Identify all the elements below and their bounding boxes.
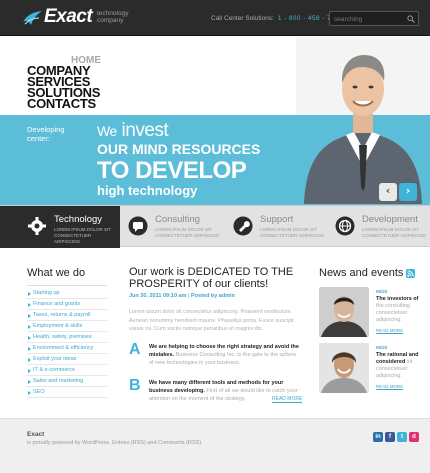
feature-b-letter: B [129, 376, 141, 394]
read-more-link[interactable]: READ MORE [272, 396, 303, 403]
chevron-right-icon: › [405, 184, 411, 197]
news-bold: The investors of [376, 296, 419, 302]
service-desc: LOREM IPSUM DOLOR SIT CONSECTETUER ADIPI… [54, 227, 111, 244]
list-item[interactable]: Taxes, returns & payroll [27, 310, 107, 321]
list-item[interactable]: Employment & skills [27, 321, 107, 332]
what-we-do-list: Starting up Finance and grants Taxes, re… [27, 288, 107, 398]
slider-line4: high technology [97, 183, 198, 198]
page: Exact technology company Call Center Sol… [0, 0, 430, 473]
slider-invest: invest [121, 120, 169, 141]
news-read-more[interactable]: READ MORE [376, 328, 404, 334]
service-consulting[interactable]: Consulting LOREM IPSUM DOLOR SIT CONSECT… [128, 206, 232, 248]
what-we-do-title: What we do [27, 267, 86, 279]
logo-tagline: technology company [97, 10, 129, 24]
list-item[interactable]: SEO [27, 387, 107, 398]
news-events: News and events 06/20 The investors of t… [319, 267, 419, 393]
footer: Exact is proudly powered by WordPress. E… [0, 418, 430, 473]
list-item[interactable]: Starting up [27, 288, 107, 299]
service-desc: LOREM IPSUM DOLOR SIT CONSECTETUER ADIPI… [260, 227, 325, 238]
news-thumbnail[interactable] [319, 343, 369, 393]
slider-prev-button[interactable]: ‹ [379, 183, 397, 201]
service-title: Development [362, 214, 418, 225]
list-item[interactable]: Exploit your ideas [27, 354, 107, 365]
list-item[interactable]: IT & e-commerce [27, 365, 107, 376]
services-bar: Technology LOREM IPSUM DOLOR SIT CONSECT… [0, 205, 430, 248]
news-item: 06/20 The rational and considered sit co… [319, 343, 419, 395]
news-desc: the consulting consectetuer adipiscing. [376, 303, 410, 323]
feature-a-letter: A [129, 340, 141, 358]
slider-we: We [97, 123, 117, 139]
news-read-more[interactable]: READ MORE [376, 384, 404, 390]
search-box [329, 11, 419, 26]
news-text: The rational and considered sit consecte… [376, 352, 421, 380]
footer-name: Exact [27, 431, 45, 438]
twitter-icon[interactable]: t [397, 432, 407, 442]
feature-a-text: We are helping to choose the right strat… [149, 343, 299, 367]
slider-next-button[interactable]: › [399, 183, 417, 201]
service-desc: LOREM IPSUM DOLOR SIT CONSECTETUER ADIPI… [362, 227, 427, 238]
service-technology[interactable]: Technology LOREM IPSUM DOLOR SIT CONSECT… [0, 206, 120, 248]
globe-icon [335, 216, 355, 236]
service-title: Technology [54, 214, 103, 225]
main-article: Our work is DEDICATED TO THE PROSPERITY … [129, 266, 301, 406]
news-title: News and events [319, 267, 404, 279]
hero: HOME COMPANY SERVICES SOLUTIONS CONTACTS… [0, 37, 430, 207]
service-desc: LOREM IPSUM DOLOR SIT CONSECTETUER ADIPI… [155, 227, 220, 238]
article-title[interactable]: Our work is DEDICATED TO THE PROSPERITY … [129, 266, 301, 290]
article-meta: Jun 30, 2011 09:10 am | Posted by admin [129, 293, 235, 299]
linkedin-icon[interactable]: in [373, 432, 383, 442]
what-we-do: What we do Starting up Finance and grant… [27, 267, 107, 398]
news-text: The investors of the consulting consecte… [376, 296, 421, 324]
news-thumbnail[interactable] [319, 287, 369, 337]
footer-powered: is proudly powered by WordPress. Entries… [27, 440, 202, 446]
service-development[interactable]: Development LOREM IPSUM DOLOR SIT CONSEC… [335, 206, 430, 248]
news-date: 06/20 [376, 345, 388, 350]
article-date: Jun 30, 2011 09:10 am [129, 293, 187, 299]
businessman-photo [296, 37, 430, 204]
search-input[interactable] [334, 13, 404, 25]
slider-line3: TO DEVELOP [97, 157, 247, 184]
nav-contacts[interactable]: CONTACTS [27, 97, 96, 110]
news-date: 06/20 [376, 289, 388, 294]
logo-swoosh-icon [23, 11, 42, 25]
slider-developing: Developing center: [27, 125, 65, 143]
news-item: 06/20 The investors of the consulting co… [319, 287, 419, 339]
slider-line2: OUR MIND RESOURCES [97, 141, 261, 157]
list-item[interactable]: Environment & efficiency [27, 343, 107, 354]
wrench-icon [233, 216, 253, 236]
rss-icon[interactable] [406, 269, 415, 278]
article-body: Lorem ipsum dolor sit consectetur adipis… [129, 309, 294, 332]
call-center: Call Center Solutions: 1 - 800 - 458 - 79… [211, 15, 343, 22]
header: Exact technology company Call Center Sol… [0, 0, 430, 36]
delicious-icon[interactable]: d [409, 432, 419, 442]
slider-headline: We invest [97, 120, 169, 142]
service-title: Support [260, 214, 294, 225]
list-item[interactable]: Health, safety, premises [27, 332, 107, 343]
list-item[interactable]: Sales and marketing [27, 376, 107, 387]
logo-text[interactable]: Exact [44, 6, 93, 28]
service-support[interactable]: Support LOREM IPSUM DOLOR SIT CONSECTETU… [233, 206, 337, 248]
chevron-left-icon: ‹ [385, 184, 391, 197]
feature-a: A We are helping to choose the right str… [129, 341, 301, 370]
service-title: Consulting [155, 214, 200, 225]
gear-icon [28, 217, 46, 235]
facebook-icon[interactable]: f [385, 432, 395, 442]
list-item[interactable]: Finance and grants [27, 299, 107, 310]
divider [27, 285, 107, 286]
chat-icon [128, 216, 148, 236]
call-label: Call Center Solutions: [211, 15, 274, 22]
article-author: Posted by admin [190, 293, 235, 299]
search-icon[interactable] [407, 15, 415, 23]
